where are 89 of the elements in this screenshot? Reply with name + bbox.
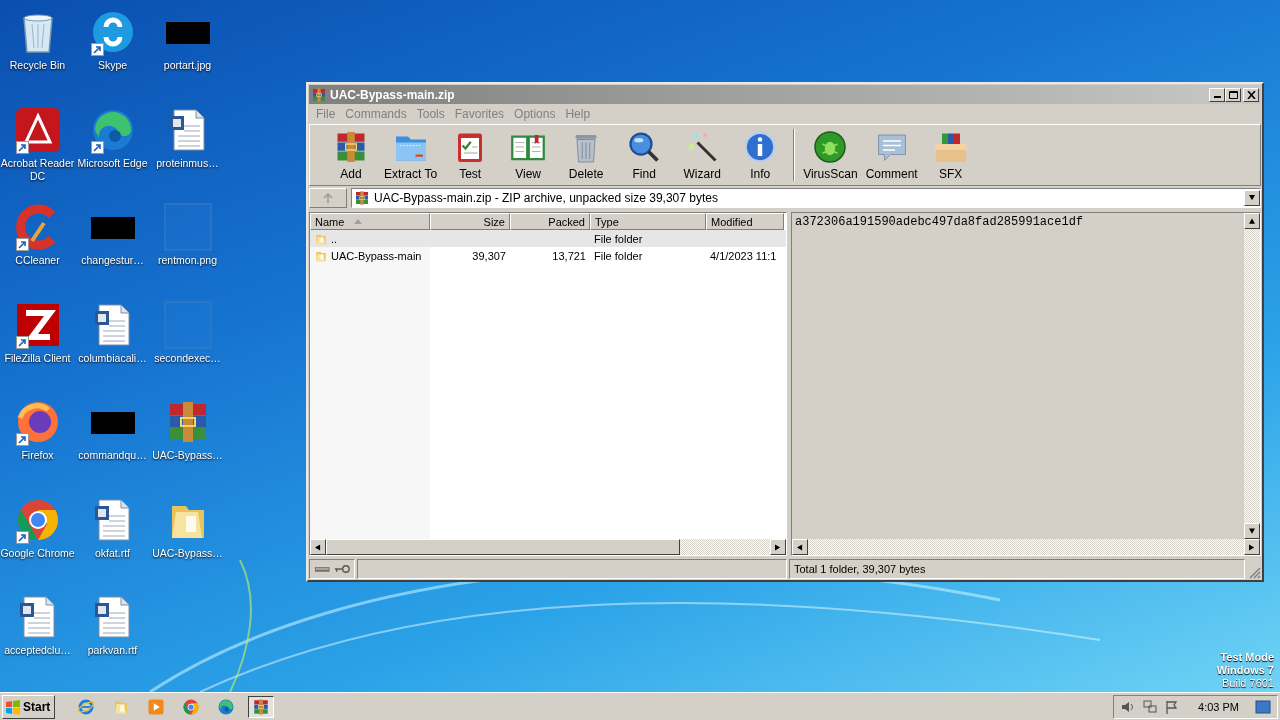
- column-header[interactable]: Type: [590, 213, 706, 230]
- triangle-up-icon: [1249, 217, 1255, 225]
- minimize-icon: [1213, 96, 1221, 98]
- file-row[interactable]: .. File folder: [310, 230, 786, 247]
- start-button[interactable]: Start: [2, 694, 56, 719]
- table-cell-text: File folder: [593, 232, 644, 245]
- column-header[interactable]: Size: [430, 213, 510, 230]
- toolbar-button[interactable]: Comment: [861, 125, 922, 185]
- table-cell-text: 13,721: [551, 249, 587, 262]
- vertical-scrollbar[interactable]: [1244, 213, 1260, 539]
- toolbar-button[interactable]: Extract To: [380, 125, 442, 185]
- file-name: ..: [331, 232, 338, 245]
- table-cell-text: 4/1/2023 11:1: [709, 249, 778, 262]
- desktop-icon-label[interactable]: UAC-Bypass…: [149, 546, 226, 560]
- column-header[interactable]: Name: [310, 213, 430, 230]
- desktop-icon-label[interactable]: UAC-Bypass…: [149, 449, 226, 462]
- desktop-icon-label[interactable]: FileZilla Client: [0, 351, 76, 365]
- toolbar-button[interactable]: SFX: [921, 125, 980, 185]
- network-icon[interactable]: [1142, 698, 1159, 715]
- dropdown-button[interactable]: [1244, 190, 1260, 206]
- comment-text: a372306a191590adebc497da8fad285991ace1df: [794, 214, 1085, 231]
- taskbar-button[interactable]: [248, 695, 275, 718]
- desktop-icon-label[interactable]: rentmon.png: [149, 254, 226, 267]
- scroll-thumb[interactable]: [326, 539, 680, 555]
- chrome-icon: [182, 697, 201, 716]
- winrar-icon: [354, 190, 370, 206]
- os-notice-text: Windows 7: [1216, 664, 1274, 677]
- maximize-button[interactable]: [1225, 87, 1241, 102]
- bug-shield-icon: [812, 129, 849, 165]
- key-icon[interactable]: [333, 564, 350, 574]
- column-header[interactable]: Modified: [706, 213, 784, 230]
- triangle-down-icon: [1248, 195, 1256, 201]
- up-arrow-icon: [322, 192, 334, 204]
- horizontal-scrollbar[interactable]: [792, 539, 1260, 555]
- triangle-left-icon: [797, 543, 803, 551]
- triangle-right-icon: [775, 543, 781, 551]
- media-player-icon: [147, 697, 166, 716]
- up-button[interactable]: [309, 188, 347, 208]
- status-text: Total 1 folder, 39,307 bytes: [789, 559, 1245, 579]
- desktop-icon-label[interactable]: CCleaner: [0, 254, 76, 267]
- windows-logo-icon: [5, 698, 21, 715]
- desktop-icon-label[interactable]: portart.jpg: [149, 59, 226, 72]
- path-field[interactable]: UAC-Bypass-main.zip - ZIP archive, unpacked size 39,307 bytes: [351, 188, 1261, 208]
- winrar-icon: [252, 697, 271, 716]
- maximize-icon: [1228, 90, 1238, 99]
- triangle-left-icon: [315, 543, 321, 551]
- desktop-icon-label[interactable]: Microsoft Edge: [74, 156, 151, 170]
- desktop-icon-label[interactable]: proteinmus…: [149, 156, 226, 170]
- toolbar-button[interactable]: Add: [322, 125, 380, 185]
- desktop-icon-label[interactable]: Acrobat Reader DC: [0, 156, 76, 183]
- toolbar-button[interactable]: Wizard: [673, 125, 732, 185]
- close-button[interactable]: [1243, 87, 1259, 102]
- toolbar-button[interactable]: Info: [731, 125, 790, 185]
- desktop-icon-label[interactable]: Skype: [74, 59, 151, 72]
- desktop-icon-label[interactable]: columbiacali…: [74, 351, 151, 365]
- desktop-icon-label[interactable]: changestur…: [74, 254, 151, 267]
- toolbar-button[interactable]: Test: [441, 125, 500, 185]
- close-icon: [1246, 90, 1256, 99]
- toolbar-button[interactable]: VirusScan: [799, 125, 862, 185]
- desktop-icon-label[interactable]: secondexec…: [149, 351, 226, 365]
- triangle-right-icon: [1249, 543, 1255, 551]
- table-cell-text: File folder: [593, 249, 644, 262]
- toolbar-button[interactable]: View: [499, 125, 558, 185]
- horizontal-scrollbar[interactable]: [310, 539, 786, 555]
- toolbar-button[interactable]: Delete: [557, 125, 616, 185]
- desktop-icon-label[interactable]: Recycle Bin: [0, 59, 76, 72]
- show-desktop-icon[interactable]: [1255, 698, 1271, 715]
- desktop-icon-label[interactable]: okfat.rtf: [74, 546, 151, 560]
- table-cell-text: 39,307: [471, 249, 507, 262]
- internet-explorer-icon: [77, 697, 96, 716]
- minimize-button[interactable]: [1209, 87, 1225, 102]
- acrobat-icon: [13, 105, 62, 154]
- edge-icon: [217, 697, 236, 716]
- desktop-icon-label[interactable]: Firefox: [0, 449, 76, 462]
- file-name: UAC-Bypass-main: [331, 249, 422, 262]
- resize-grip-icon[interactable]: [1247, 565, 1261, 579]
- toolbar-button[interactable]: Find: [615, 125, 674, 185]
- desktop-icon-label[interactable]: Google Chrome: [0, 546, 76, 560]
- desktop-icon-label[interactable]: commandqu…: [74, 449, 151, 462]
- drive-icon[interactable]: [314, 564, 331, 574]
- file-row[interactable]: UAC-Bypass-main 39,307 13,721 File folder 4/1/2023 11:1: [310, 247, 786, 264]
- winrar-icon: [311, 86, 327, 103]
- desktop-icon-label[interactable]: acceptedclu…: [0, 644, 76, 657]
- os-notice-text: Build 7601: [1222, 677, 1274, 690]
- os-notice-text: Test Mode: [1220, 651, 1274, 664]
- window-title: UAC-Bypass-main.zip: [330, 87, 456, 102]
- triangle-down-icon: [1249, 527, 1255, 535]
- column-header[interactable]: Packed: [510, 213, 590, 230]
- clock[interactable]: 4:03 PM: [1198, 700, 1239, 713]
